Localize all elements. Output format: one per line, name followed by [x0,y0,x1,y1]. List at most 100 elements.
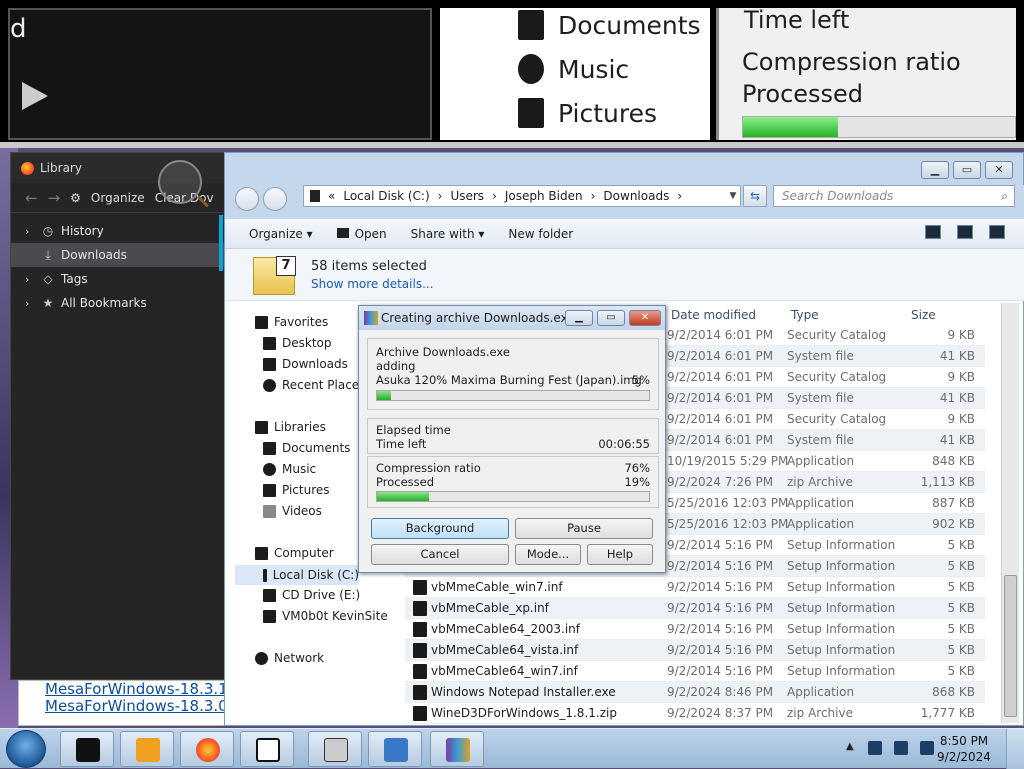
file-percent: 5% [631,373,650,387]
background-button[interactable]: Background [371,518,509,539]
taskbar-app-gamepad[interactable] [308,731,362,767]
preview-pane-icon[interactable] [957,225,973,239]
nav-computer[interactable]: Computer [255,546,334,560]
nav-local-disk[interactable]: Local Disk (C:) [235,565,359,585]
file-date: 9/2/2014 5:16 PM [667,601,774,615]
column-size[interactable]: Size [911,308,936,322]
show-desktop-button[interactable] [1006,729,1024,769]
taskbar-app-firefox[interactable] [180,731,234,767]
nav-recent-places[interactable]: Recent Places [263,378,365,392]
share-with-button[interactable]: Share with ▾ [411,227,485,241]
table-row[interactable]: vbMmeCable_xp.inf 9/2/2014 5:16 PM Setup I… [405,598,985,619]
close-button[interactable]: ✕ [985,161,1013,179]
file-name: vbMmeCable64_2003.inf [431,622,580,636]
dialog-close-button[interactable]: ✕ [629,310,661,326]
nav-network[interactable]: Network [255,651,324,665]
table-row[interactable]: vbMmeCable64_2003.inf 9/2/2014 5:16 PM Set… [405,619,985,640]
table-row[interactable]: vbMmeCable64_win7.inf 9/2/2014 5:16 PM Set… [405,661,985,682]
nav-downloads[interactable]: Downloads [263,357,348,371]
back-button[interactable] [235,187,259,211]
tree-item-history[interactable]: › ◷ History [11,219,229,243]
download-link[interactable]: MesaForWindows-18.3.0 [19,698,229,715]
file-icon [413,601,427,616]
forward-button[interactable] [263,187,287,211]
column-date-modified[interactable]: Date modified [671,308,756,322]
archive-name: Archive Downloads.exe [376,345,510,359]
pause-button[interactable]: Pause [515,518,653,539]
tray-arrow-icon[interactable]: ▲ [846,741,856,755]
media-player-icon [136,738,160,762]
dialog-maximize-button[interactable]: ▭ [597,310,625,326]
downloads-icon [263,357,276,371]
minimize-button[interactable]: ▁ [921,161,949,179]
nav-documents[interactable]: Documents [263,441,350,455]
address-bar[interactable]: « Local Disk (C:) › Users › Joseph Biden › … [303,185,741,207]
table-row[interactable]: Windows Notepad Installer.exe 9/2/2024 8:… [405,682,985,703]
table-row[interactable]: vbMmeCable_win7.inf 9/2/2014 5:16 PM Setup… [405,577,985,598]
table-row[interactable]: vbMmeCable64_vista.inf 9/2/2014 5:16 PM Se… [405,640,985,661]
network-tray-icon[interactable] [868,741,882,755]
start-button[interactable] [6,730,46,768]
file-date: 10/19/2015 5:29 PM [667,454,789,468]
nav-pictures[interactable]: Pictures [263,483,330,497]
open-button[interactable]: Open [336,227,387,241]
display-tray-icon[interactable] [894,741,908,755]
refresh-button[interactable]: ⇆ [743,185,767,207]
breadcrumb-downloads[interactable]: Downloads [603,189,669,203]
taskbar-app-explorer[interactable] [368,731,422,767]
file-progress-fill [377,391,391,400]
dialog-minimize-button[interactable]: ▁ [565,310,593,326]
library-scrollbar[interactable] [219,215,223,271]
help-button[interactable]: Help [587,544,653,565]
taskbar-clock[interactable]: 8:50 PM 9/2/2024 [932,733,996,765]
nav-cd-drive[interactable]: CD Drive (E:) [263,588,360,602]
download-link[interactable]: MesaForWindows-18.3.1 [19,681,229,698]
tree-item-downloads[interactable]: ⤓ Downloads [11,243,229,267]
column-type[interactable]: Type [791,308,819,322]
file-name: vbMmeCable_xp.inf [431,601,549,615]
nav-desktop[interactable]: Desktop [263,336,332,350]
taskbar-app-7zip[interactable] [240,731,294,767]
tree-item-all-bookmarks[interactable]: › ★ All Bookmarks [11,291,229,315]
nav-network-share[interactable]: VM0b0t KevinSite [263,609,388,623]
file-type: Setup Information [787,538,896,552]
file-type: Setup Information [787,580,896,594]
taskbar-app-terminal[interactable] [60,731,114,767]
time-section: Elapsed time Time left 00:06:55 [367,418,659,454]
time-left-label: Time left [376,437,427,451]
breadcrumb-users[interactable]: Users [450,189,484,203]
gear-icon[interactable]: ⚙ [70,191,81,205]
show-more-details-link[interactable]: Show more details... [311,277,434,291]
file-name: WineD3DForWindows_1.8.1.zip [431,706,617,720]
nav-videos[interactable]: Videos [263,504,322,518]
table-row[interactable]: WineD3DForWindows_1.8.1.zip 9/2/2024 8:37… [405,703,985,724]
chevron-down-icon[interactable]: ▼ [726,191,740,201]
magnified-pictures: Pictures [518,98,657,128]
back-arrow-icon[interactable]: ← [25,189,38,207]
forward-arrow-icon[interactable]: → [48,189,61,207]
maximize-button[interactable]: ▭ [953,161,981,179]
breadcrumb-local-disk[interactable]: Local Disk (C:) [343,189,429,203]
file-date: 9/2/2014 5:16 PM [667,580,774,594]
compression-ratio-value: 76% [624,461,650,475]
scrollbar-thumb[interactable] [1004,575,1017,717]
help-icon[interactable] [989,225,1005,239]
new-folder-button[interactable]: New folder [508,227,573,241]
taskbar-app-media-player[interactable] [120,731,174,767]
file-type: Application [787,685,855,699]
cancel-button[interactable]: Cancel [371,544,509,565]
organize-button[interactable]: Organize ▾ [249,227,313,241]
taskbar-app-winrar[interactable] [430,731,484,767]
file-list-scrollbar[interactable] [1001,303,1019,723]
search-input[interactable]: Search Downloads ⌕ [773,185,1015,207]
tree-item-tags[interactable]: › ◇ Tags [11,267,229,291]
time-left-value: 00:06:55 [598,437,650,451]
nav-libraries[interactable]: Libraries [255,420,326,434]
nav-favorites[interactable]: Favorites [255,315,328,329]
nav-music[interactable]: Music [263,462,316,476]
mode-button[interactable]: Mode... [515,544,581,565]
breadcrumb-user[interactable]: Joseph Biden [505,189,583,203]
file-type: Security Catalog [787,412,887,426]
change-view-icon[interactable] [925,225,941,239]
organize-menu[interactable]: Organize [91,191,145,205]
